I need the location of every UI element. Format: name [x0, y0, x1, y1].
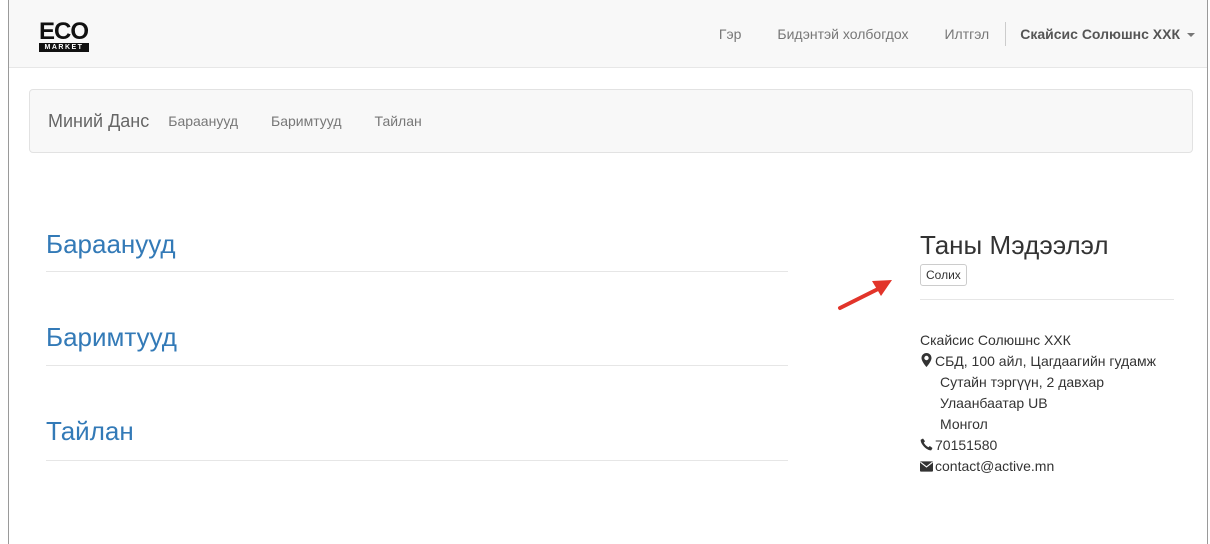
nav-divider — [1005, 22, 1007, 46]
nav-home-link[interactable]: Гэр — [719, 26, 742, 42]
address-line-1-text: СБД, 100 айл, Цагдаагийн гудамж — [935, 353, 1156, 369]
email-row: contact@active.mn — [920, 456, 1174, 477]
user-menu-dropdown[interactable]: Скайсис Солюшнс ХХК — [1020, 26, 1195, 42]
logo-eco-text: ECO — [39, 18, 89, 45]
user-menu-label: Скайсис Солюшнс ХХК — [1020, 26, 1180, 42]
logo-market-text: MARKET — [39, 43, 89, 52]
email-address: contact@active.mn — [935, 458, 1055, 474]
red-annotation-arrow — [838, 280, 892, 310]
address-line-2: Сутайн тэргүүн, 2 давхар — [940, 374, 1105, 390]
phone-icon — [920, 438, 933, 451]
section-documents: Баримтууд — [46, 322, 788, 366]
section-products: Бараанууд — [46, 229, 788, 272]
map-marker-icon — [921, 353, 932, 367]
profile-panel: Таны Мэдээлэл Солих Скайсис Солюшнс ХХК … — [920, 230, 1174, 477]
company-name: Скайсис Солюшнс ХХК — [920, 332, 1071, 348]
edit-profile-button[interactable]: Солих — [920, 264, 967, 286]
section-report-link[interactable]: Тайлан — [46, 416, 788, 447]
top-navbar: ECO MARKET Гэр Бидэнтэй холбогдох Илтгэл… — [9, 0, 1207, 68]
caret-down-icon — [1187, 33, 1195, 38]
address-line-1: СБД, 100 айл, Цагдаагийн гудамж — [920, 351, 1174, 372]
section-documents-link[interactable]: Баримтууд — [46, 322, 788, 353]
nav-messages-link[interactable]: Илтгэл — [944, 26, 989, 42]
phone-row: 70151580 — [920, 435, 1174, 456]
address-country: Монгол — [940, 416, 988, 432]
nav-contact-link[interactable]: Бидэнтэй холбогдох — [777, 26, 908, 42]
account-subnav: Миний Данс Бараанууд Баримтууд Тайлан — [29, 89, 1193, 153]
profile-divider — [920, 299, 1174, 300]
address-city: Улаанбаатар UB — [940, 395, 1048, 411]
subnav-brand[interactable]: Миний Данс — [48, 111, 149, 132]
eco-market-logo[interactable]: ECO MARKET — [39, 18, 91, 52]
subnav-item-documents[interactable]: Баримтууд — [271, 113, 341, 129]
envelope-icon — [920, 461, 933, 472]
profile-title: Таны Мэдээлэл — [920, 230, 1109, 260]
section-products-link[interactable]: Бараанууд — [46, 229, 788, 260]
subnav-item-products[interactable]: Бараанууд — [168, 113, 238, 129]
subnav-item-report[interactable]: Тайлан — [375, 113, 422, 129]
profile-address: Скайсис Солюшнс ХХК СБД, 100 айл, Цагдаа… — [920, 330, 1174, 477]
section-report: Тайлан — [46, 416, 788, 461]
phone-number: 70151580 — [935, 437, 998, 453]
top-nav-links: Гэр Бидэнтэй холбогдох Илтгэл Скайсис Со… — [719, 0, 1195, 68]
